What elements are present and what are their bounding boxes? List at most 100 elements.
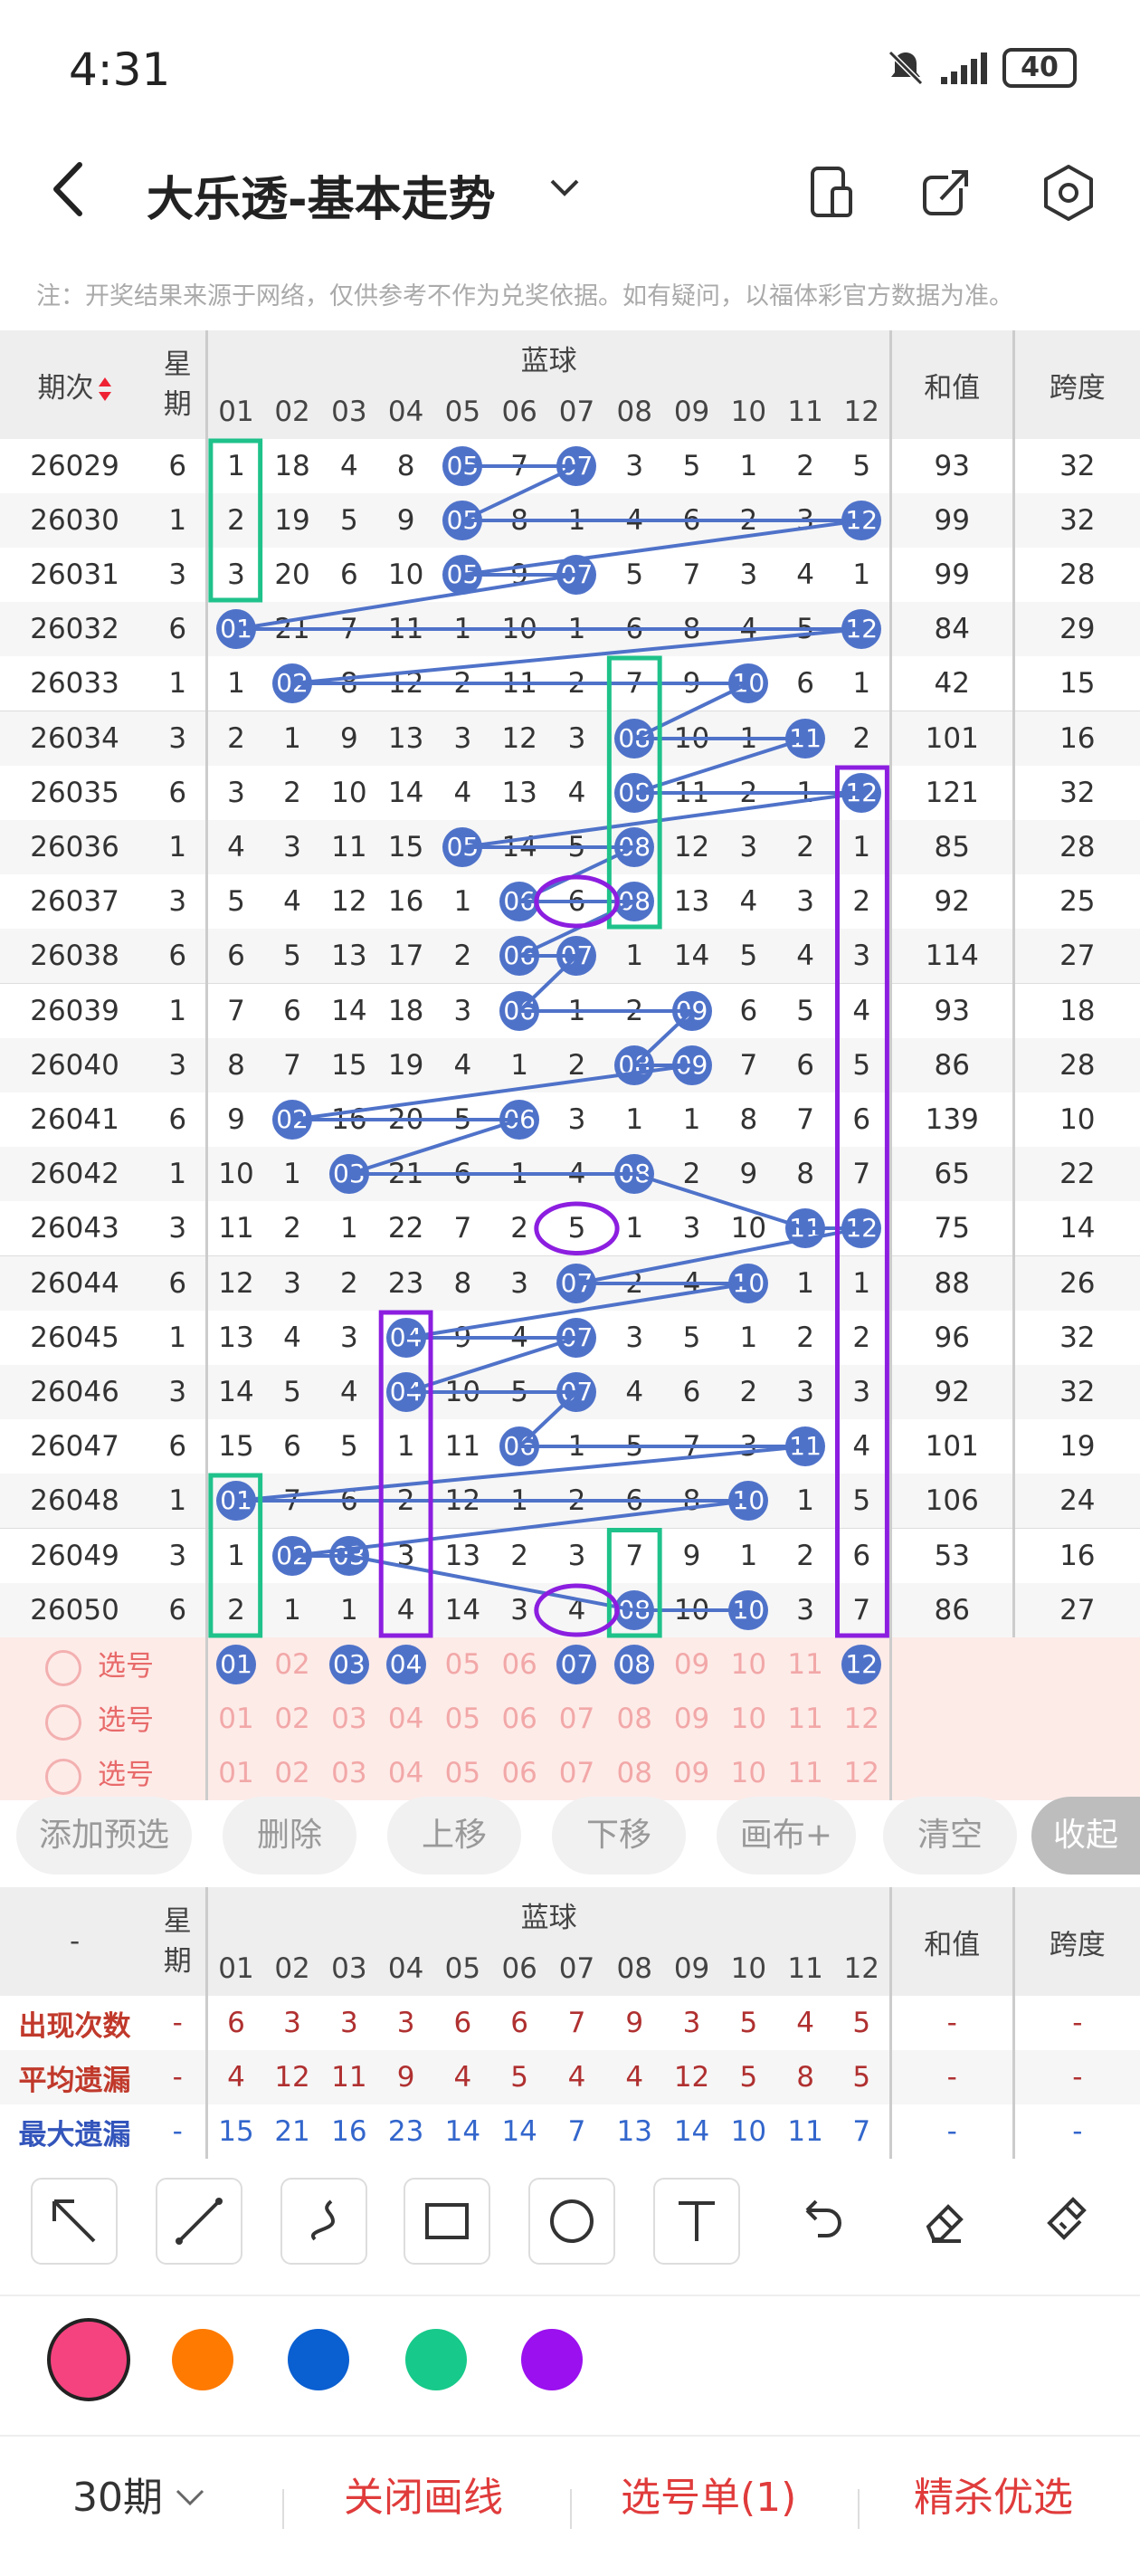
close-drawing-button[interactable]: 关闭画线: [344, 2471, 503, 2525]
curve-tool[interactable]: [280, 2178, 367, 2265]
share-icon: [923, 170, 968, 215]
col-issue-header[interactable]: 期次: [0, 330, 150, 439]
omission-value: 2: [796, 1540, 814, 1572]
action-button[interactable]: 收起: [1031, 1797, 1140, 1875]
pick-list-button[interactable]: 选号单(1): [621, 2471, 796, 2525]
pick-number-cell[interactable]: 02: [263, 1637, 321, 1692]
pick-number-cell[interactable]: 12: [833, 1637, 892, 1692]
pick-number-cell[interactable]: 05: [434, 1637, 491, 1692]
number-cell: 5: [320, 493, 378, 548]
omission-value: 8: [396, 450, 415, 482]
period-selector[interactable]: 30期: [72, 2471, 208, 2525]
settings-button[interactable]: [1037, 161, 1100, 224]
omission-value: 19: [274, 504, 310, 537]
issue-cell: 26049: [0, 1528, 150, 1583]
stats-value: 4: [547, 2050, 606, 2104]
color-swatch[interactable]: [47, 2318, 130, 2401]
line-tool[interactable]: [156, 2178, 242, 2265]
pick-number-cell[interactable]: 11: [776, 1637, 834, 1692]
color-swatch[interactable]: [405, 2329, 467, 2390]
omission-value: 8: [339, 667, 358, 700]
number-cell: 6: [605, 1474, 664, 1529]
rectangle-tool[interactable]: [404, 2178, 490, 2265]
issue-cell: 26048: [0, 1474, 150, 1529]
omission-value: 6: [453, 1158, 472, 1190]
share-button[interactable]: [914, 161, 977, 224]
pick-number-cell[interactable]: 09: [663, 1637, 720, 1692]
num-header: 03: [320, 1942, 378, 1996]
omission-value: 11: [331, 831, 367, 863]
number-cell: 06: [490, 929, 548, 984]
pick-row-toggle[interactable]: 选号: [0, 1637, 209, 1692]
pick-number-cell[interactable]: 05: [434, 1692, 491, 1746]
col-span-header: 跨度: [1013, 1887, 1140, 1996]
number-cell: 1: [263, 711, 321, 766]
number-cell: 5: [833, 1474, 892, 1529]
action-button[interactable]: 删除: [223, 1797, 356, 1875]
pick-number-cell[interactable]: 01: [205, 1692, 264, 1746]
lottery-type-dropdown[interactable]: [546, 170, 583, 215]
number-cell: 2: [320, 1255, 378, 1311]
back-button[interactable]: [45, 157, 90, 235]
eraser-button[interactable]: [903, 2178, 986, 2261]
pick-number-cell[interactable]: 10: [719, 1637, 777, 1692]
pick-number-cell[interactable]: 12: [833, 1692, 892, 1746]
pick-number-cell[interactable]: 11: [776, 1692, 834, 1746]
omission-value: 3: [567, 1103, 586, 1136]
pick-number-cell[interactable]: 04: [377, 1692, 434, 1746]
drawn-ball: 06: [499, 1100, 540, 1140]
pick-number-cell[interactable]: 08: [605, 1692, 664, 1746]
action-button[interactable]: 清空: [883, 1797, 1017, 1875]
number-cell: 3: [776, 874, 834, 929]
phone-layout-button[interactable]: [800, 161, 863, 224]
omission-value: 6: [283, 995, 301, 1027]
omission-value: 1: [739, 1540, 758, 1572]
pick-number-cell[interactable]: 04: [377, 1637, 434, 1692]
ellipse-tool[interactable]: [528, 2178, 615, 2265]
pick-number-cell[interactable]: 06: [490, 1692, 548, 1746]
pick-number: 11: [787, 1648, 823, 1681]
undo-button[interactable]: [778, 2178, 861, 2261]
pick-number-cell[interactable]: 03: [320, 1692, 378, 1746]
omission-value: 5: [796, 613, 814, 645]
omission-value: 18: [387, 995, 424, 1027]
pick-row-toggle[interactable]: 选号: [0, 1692, 209, 1746]
omission-value: 9: [396, 504, 415, 537]
omission-value: 21: [274, 613, 310, 645]
omission-value: 4: [739, 885, 758, 918]
action-button[interactable]: 下移: [552, 1797, 686, 1875]
smart-pick-button[interactable]: 精杀优选: [914, 2471, 1073, 2525]
circle-icon: [550, 2199, 594, 2243]
issue-cell: 26044: [0, 1255, 150, 1311]
pick-number-cell[interactable]: 08: [605, 1637, 664, 1692]
pick-number-cell[interactable]: 07: [547, 1637, 606, 1692]
issue-cell: 26043: [0, 1201, 150, 1256]
color-swatch[interactable]: [172, 2329, 233, 2390]
action-button[interactable]: 添加预选: [16, 1797, 192, 1875]
pick-number-cell[interactable]: 03: [320, 1637, 378, 1692]
omission-value: 8: [682, 1484, 701, 1517]
color-swatch[interactable]: [288, 2329, 349, 2390]
pick-number-cell[interactable]: 06: [490, 1637, 548, 1692]
omission-value: 2: [852, 1321, 871, 1354]
num-header: 03: [320, 385, 378, 439]
color-swatch[interactable]: [521, 2329, 583, 2390]
text-tool[interactable]: [653, 2178, 740, 2265]
span-cell: 26: [1013, 1255, 1140, 1311]
pick-number-cell[interactable]: 07: [547, 1692, 606, 1746]
week-cell: 3: [149, 548, 209, 602]
select-tool[interactable]: [31, 2178, 118, 2265]
clear-canvas-button[interactable]: [1026, 2178, 1109, 2261]
action-button[interactable]: 画布+: [717, 1797, 856, 1875]
pick-number-cell[interactable]: 02: [263, 1692, 321, 1746]
sum-cell: 75: [890, 1201, 1015, 1256]
pick-number-cell[interactable]: 10: [719, 1692, 777, 1746]
number-cell: 16: [320, 1092, 378, 1147]
pick-number-cell[interactable]: 09: [663, 1692, 720, 1746]
number-cell: 7: [434, 1201, 491, 1256]
number-cell: 9: [320, 711, 378, 766]
pick-number-cell[interactable]: 01: [205, 1637, 264, 1692]
action-button[interactable]: 上移: [387, 1797, 521, 1875]
stats-value: 12: [263, 2050, 321, 2104]
span-cell: 14: [1013, 1201, 1140, 1256]
